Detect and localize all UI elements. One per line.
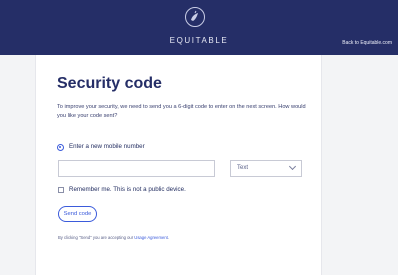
delivery-method-select[interactable]: Text xyxy=(230,160,302,177)
back-to-site-link[interactable]: Back to Equitable.com xyxy=(342,40,392,46)
usage-agreement-link[interactable]: Usage Agreement xyxy=(134,235,168,240)
remember-me-label[interactable]: Remember me. This is not a public device… xyxy=(69,186,186,193)
new-number-radio-label[interactable]: Enter a new mobile number xyxy=(69,143,145,150)
send-code-button[interactable]: Send code xyxy=(58,206,97,222)
legal-notice-suffix: . xyxy=(167,235,169,240)
new-number-radio[interactable] xyxy=(57,144,64,151)
page-title: Security code xyxy=(57,75,162,92)
chevron-down-icon xyxy=(288,162,297,171)
instructions-text: To improve your security, we need to sen… xyxy=(57,104,306,119)
remember-me-checkbox[interactable] xyxy=(58,187,64,193)
mobile-number-input[interactable] xyxy=(58,160,215,177)
delivery-method-value: Text xyxy=(237,165,249,171)
security-code-card: Security code To improve your security, … xyxy=(35,55,322,275)
brand-name: EQUITABLE xyxy=(169,36,229,45)
site-header: EQUITABLE Back to Equitable.com xyxy=(0,0,398,55)
legal-notice: By clicking "Send" you are accepting our… xyxy=(58,235,169,240)
legal-notice-prefix: By clicking "Send" you are accepting our xyxy=(58,235,135,240)
equitable-emblem-icon xyxy=(185,7,205,27)
